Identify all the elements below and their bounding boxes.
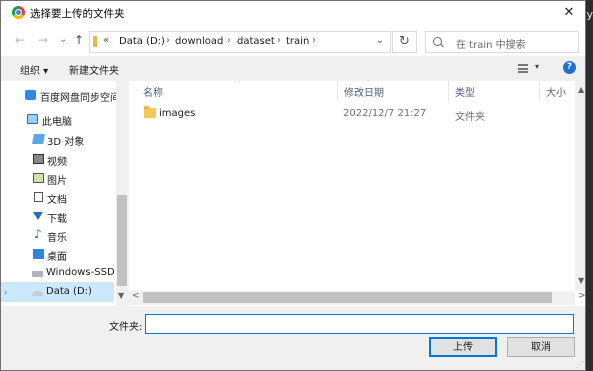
folder-name-label: 文件夹: [109, 322, 143, 333]
drive-icon [32, 291, 43, 296]
3d-objects-icon [32, 134, 45, 144]
navigation-pane: 百度网盘同步空间 此电脑 3D 对象 视频 图片 文档 下载 ♪ 音乐 桌面 W… [1, 81, 128, 306]
drive-icon [32, 271, 43, 277]
documents-icon [34, 192, 43, 202]
sidebar-item-label: Windows-SSD ( [46, 267, 122, 278]
sidebar-item-pictures[interactable]: 图片 [1, 168, 116, 188]
file-type: 文件夹 [455, 112, 485, 123]
sidebar-item-label: 视频 [47, 157, 67, 168]
horizontal-scrollbar-thumb[interactable] [143, 292, 552, 303]
sidebar-item-label: 下载 [47, 214, 67, 225]
forward-button[interactable]: → [38, 33, 48, 47]
organize-menu[interactable]: 组织 ▾ [20, 62, 48, 77]
breadcrumb-separator[interactable]: › [277, 35, 281, 46]
column-header-size[interactable]: 大小 [546, 84, 566, 99]
file-modified: 2022/12/7 21:27 [343, 108, 427, 119]
sidebar-item-this-pc[interactable]: 此电脑 [1, 109, 116, 129]
up-button[interactable]: ↑ [74, 33, 84, 47]
view-options-dropdown[interactable]: ▾ [535, 62, 539, 71]
computer-icon [27, 114, 38, 124]
refresh-button[interactable]: ↻ [392, 31, 417, 53]
file-row[interactable]: images 2022/12/7 21:27 文件夹 [133, 105, 573, 123]
breadcrumb-data-drive[interactable]: Data (D:) [119, 36, 165, 47]
folder-icon [93, 36, 97, 47]
command-bar: 组织 ▾ 新建文件夹 ▾ ? [1, 58, 585, 80]
search-placeholder: 在 train 中搜索 [456, 40, 526, 51]
breadcrumb-download[interactable]: download [175, 36, 223, 47]
window-title: 选择要上传的文件夹 [30, 8, 125, 20]
back-button[interactable]: ← [15, 33, 25, 47]
folder-name-input[interactable] [145, 314, 574, 334]
expand-chevron-icon[interactable]: › [4, 288, 7, 297]
sidebar-item-label: 文档 [47, 195, 67, 206]
breadcrumb-dataset[interactable]: dataset [237, 36, 275, 47]
address-overflow-chevron[interactable]: « [103, 35, 109, 46]
music-icon: ♪ [34, 227, 42, 241]
pictures-icon [33, 173, 44, 183]
sidebar-item-downloads[interactable]: 下载 [1, 206, 116, 226]
file-name: images [159, 108, 196, 119]
search-box[interactable]: 在 train 中搜索 [425, 31, 579, 53]
address-bar[interactable]: « Data (D:) › download › dataset › train… [89, 31, 391, 53]
sidebar-item-data-drive[interactable]: › Data (D:) [1, 282, 114, 302]
new-folder-button[interactable]: 新建文件夹 [69, 62, 119, 77]
title-bar: 选择要上传的文件夹 ✕ [1, 1, 585, 26]
resize-grip-icon[interactable]: ⋰ [576, 360, 584, 369]
sidebar-item-label: 此电脑 [42, 117, 72, 128]
scroll-up-button[interactable]: ▲ [578, 85, 584, 94]
column-divider[interactable] [448, 81, 449, 101]
column-header-type[interactable]: 类型 [455, 84, 475, 99]
help-icon[interactable]: ? [563, 61, 576, 74]
sidebar-item-desktop[interactable]: 桌面 [1, 244, 116, 264]
scroll-left-button[interactable]: < [132, 291, 140, 301]
column-divider[interactable] [337, 81, 338, 101]
sort-arrow-icon: ^ [234, 81, 241, 87]
folder-picker-dialog: 选择要上传的文件夹 ✕ ← → ⌄ ↑ « Data (D:) › downlo… [0, 0, 586, 371]
breadcrumb-train[interactable]: train [286, 36, 309, 47]
cloud-icon [25, 90, 36, 100]
sidebar-item-documents[interactable]: 文档 [1, 187, 116, 207]
desktop-icon [33, 249, 44, 259]
sidebar-item-windows-ssd[interactable]: Windows-SSD ( [1, 263, 122, 283]
column-header-modified[interactable]: 修改日期 [344, 84, 384, 99]
folder-icon [144, 106, 156, 118]
column-divider[interactable] [539, 81, 540, 101]
sidebar-item-label: Data (D:) [46, 286, 92, 297]
chrome-icon [12, 6, 25, 19]
search-icon [433, 37, 442, 46]
sidebar-item-baidu-sync[interactable]: 百度网盘同步空间 [1, 85, 120, 105]
download-icon [33, 212, 43, 220]
scroll-right-button[interactable]: > [578, 291, 585, 301]
sidebar-item-label: 百度网盘同步空间 [40, 93, 120, 104]
scroll-down-button[interactable]: ▼ [578, 276, 584, 285]
navigation-scrollbar-thumb[interactable] [117, 195, 127, 286]
file-list: 名称 ^ 修改日期 类型 大小 images 2022/12/7 21:27 文… [129, 81, 585, 306]
sidebar-item-3d-objects[interactable]: 3D 对象 [1, 129, 116, 149]
sidebar-item-label: 图片 [47, 176, 67, 187]
recent-locations-button[interactable]: ⌄ [59, 34, 67, 45]
view-options-icon[interactable] [518, 64, 528, 73]
navigation-bar: ← → ⌄ ↑ « Data (D:) › download › dataset… [1, 26, 585, 56]
sidebar-item-label: 音乐 [47, 233, 67, 244]
upload-button[interactable]: 上传 [429, 337, 497, 357]
column-header-name[interactable]: 名称 [143, 84, 163, 99]
breadcrumb-separator[interactable]: › [166, 35, 170, 46]
sidebar-item-label: 桌面 [47, 252, 67, 263]
breadcrumb-separator[interactable]: › [227, 35, 231, 46]
sidebar-item-label: 3D 对象 [47, 137, 85, 148]
close-button[interactable]: ✕ [551, 1, 585, 26]
breadcrumb-separator[interactable]: › [312, 35, 316, 46]
file-list-vertical-scrollbar[interactable] [575, 81, 585, 291]
sidebar-item-videos[interactable]: 视频 [1, 149, 116, 169]
background-window [585, 0, 593, 371]
background-text: y [586, 8, 593, 21]
navigation-scroll-down-button[interactable]: ▼ [118, 291, 124, 300]
video-icon [33, 154, 44, 164]
cancel-button[interactable]: 取消 [507, 337, 575, 357]
sidebar-item-music[interactable]: ♪ 音乐 [1, 225, 116, 245]
address-dropdown-button[interactable]: ⌄ [376, 35, 384, 46]
